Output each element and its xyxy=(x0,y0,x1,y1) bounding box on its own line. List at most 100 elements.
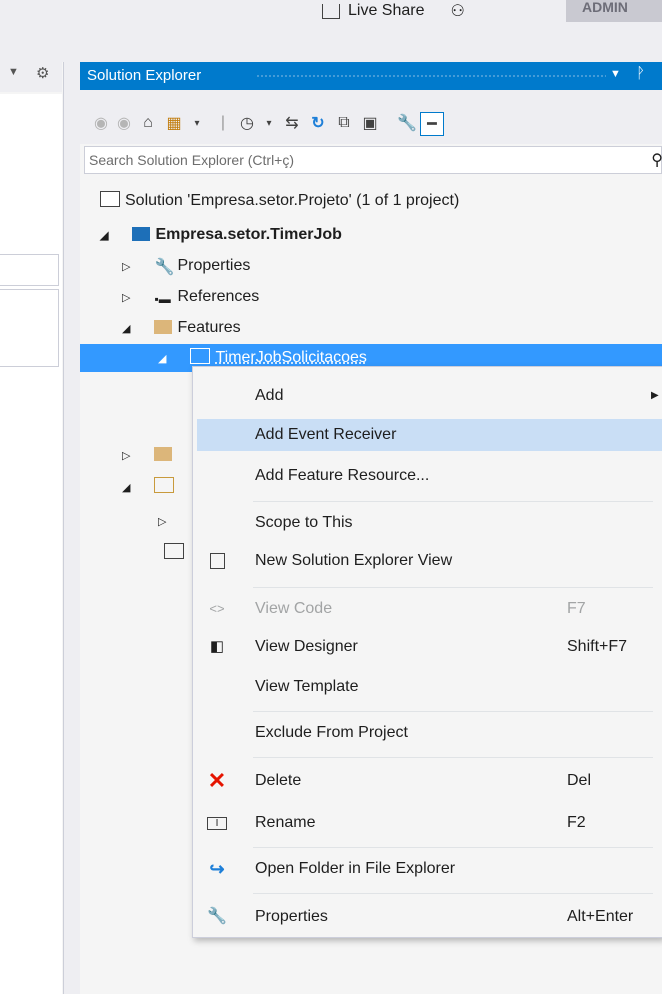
chevron-down-icon[interactable]: ▾ xyxy=(186,112,208,134)
back-icon[interactable]: ◉ xyxy=(90,112,112,134)
search-icon[interactable]: ⚲ xyxy=(651,150,662,170)
left-pane-field[interactable] xyxy=(0,289,59,367)
sharepoint-project-icon xyxy=(132,227,151,241)
menu-item-label: View Code xyxy=(255,600,333,617)
menu-separator xyxy=(253,757,653,758)
tree-node-features[interactable]: ◢ Features xyxy=(122,313,241,343)
tree-node-hidden[interactable] xyxy=(164,538,189,568)
live-share-label: Live Share xyxy=(348,2,425,19)
tree-node-hidden[interactable]: ▷ xyxy=(158,506,174,536)
collapse-all-icon[interactable]: ⧉ xyxy=(333,112,355,134)
menu-item-add[interactable]: Add ▶ xyxy=(197,380,662,412)
pin-icon[interactable]: ᚹ xyxy=(636,65,645,82)
collapsed-arrow-icon[interactable]: ▷ xyxy=(158,507,174,537)
tree-node-references[interactable]: ▷ ▪▬ References xyxy=(122,282,259,312)
gear-icon[interactable]: ⚙ xyxy=(36,64,49,82)
dropdown-arrow-icon[interactable]: ▼ xyxy=(8,66,19,78)
collapsed-arrow-icon[interactable]: ▷ xyxy=(122,441,138,471)
code-icon: <> xyxy=(209,601,225,616)
menu-item-shortcut: F2 xyxy=(567,814,586,831)
expanded-arrow-icon[interactable]: ◢ xyxy=(122,314,138,344)
menu-item-new-solution-explorer-view[interactable]: New Solution Explorer View xyxy=(197,545,662,577)
switch-views-icon[interactable]: ▦ xyxy=(163,112,185,134)
open-folder-arrow-icon: ↪ xyxy=(209,859,225,879)
pending-changes-icon[interactable]: ◷ xyxy=(236,112,258,134)
expanded-arrow-icon[interactable]: ◢ xyxy=(100,221,116,251)
tree-node-project[interactable]: ◢ Empresa.setor.TimerJob xyxy=(100,220,342,250)
file-icon xyxy=(164,543,184,559)
search-input[interactable]: Search Solution Explorer (Ctrl+ç) ⚲ xyxy=(84,146,662,174)
person-icon[interactable]: ⚇ xyxy=(451,1,465,21)
window-position-dropdown-icon[interactable]: ▼ xyxy=(610,68,621,80)
features-label: Features xyxy=(177,319,241,336)
tree-node-hidden[interactable]: ▷ xyxy=(122,440,177,470)
sync-icon[interactable]: ⇆ xyxy=(281,112,303,134)
menu-item-label: Delete xyxy=(255,772,302,789)
tree-node-hidden[interactable]: ◢ xyxy=(122,472,179,502)
menu-item-label: View Designer xyxy=(255,638,358,655)
menu-separator xyxy=(253,501,653,502)
home-icon[interactable]: ⌂ xyxy=(137,112,159,134)
left-tool-pane: ▼ ⚙ xyxy=(0,62,64,994)
menu-item-view-code[interactable]: <> View Code F7 xyxy=(197,593,662,625)
left-pane-field[interactable] xyxy=(0,254,59,286)
menu-item-label: Add Event Receiver xyxy=(255,426,397,443)
forward-icon[interactable]: ◉ xyxy=(113,112,135,134)
title-grip[interactable] xyxy=(256,74,606,78)
refresh-icon[interactable]: ↻ xyxy=(307,112,329,134)
tree-node-solution[interactable]: Solution 'Empresa.setor.Projeto' (1 of 1… xyxy=(100,186,459,216)
folder-icon xyxy=(154,320,173,334)
menu-item-shortcut: F7 xyxy=(567,600,586,617)
new-view-icon xyxy=(210,553,225,569)
context-menu: Add ▶ Add Event Receiver Add Feature Res… xyxy=(192,366,662,938)
menu-separator xyxy=(253,847,653,848)
menu-item-label: Scope to This xyxy=(255,514,353,531)
menu-item-shortcut: Del xyxy=(567,772,592,789)
left-pane-content xyxy=(0,94,62,994)
divider: | xyxy=(220,114,226,131)
menu-item-rename[interactable]: I Rename F2 xyxy=(197,807,662,839)
references-label: References xyxy=(177,288,260,305)
menu-item-add-event-receiver[interactable]: Add Event Receiver xyxy=(197,419,662,451)
menu-separator xyxy=(253,587,653,588)
preview-icon[interactable]: ━ xyxy=(420,112,444,136)
menu-item-shortcut: Shift+F7 xyxy=(567,638,628,655)
delete-x-icon: ✕ xyxy=(207,768,227,793)
folder-open-icon xyxy=(154,477,175,493)
menu-item-add-feature-resource[interactable]: Add Feature Resource... xyxy=(197,460,662,492)
folder-icon xyxy=(154,447,173,461)
solution-explorer-title-bar: Solution Explorer ▼ ᚹ xyxy=(80,62,662,90)
menu-item-label: Rename xyxy=(255,814,316,831)
rename-icon: I xyxy=(207,817,227,830)
show-all-files-icon[interactable]: ▣ xyxy=(359,112,381,134)
menu-item-view-template[interactable]: View Template xyxy=(197,671,662,703)
menu-item-delete[interactable]: ✕ Delete Del xyxy=(197,765,662,797)
share-icon xyxy=(322,3,340,19)
menu-item-label: Open Folder in File Explorer xyxy=(255,860,456,877)
menu-item-exclude-from-project[interactable]: Exclude From Project xyxy=(197,717,662,749)
feature-item-label: TimerJobSolicitacoes xyxy=(215,349,367,366)
menu-item-properties[interactable]: 🔧 Properties Alt+Enter xyxy=(197,901,662,933)
collapsed-arrow-icon[interactable]: ▷ xyxy=(122,283,138,313)
menu-item-open-folder[interactable]: ↪ Open Folder in File Explorer xyxy=(197,853,662,885)
wrench-icon: 🔧 xyxy=(207,908,227,925)
account-badge[interactable]: ADMIN xyxy=(566,0,662,22)
wrench-icon: 🔧 xyxy=(154,259,175,276)
wrench-icon[interactable]: 🔧 xyxy=(396,112,418,134)
menu-item-view-designer[interactable]: ◧ View Designer Shift+F7 xyxy=(197,631,662,663)
menu-item-label: New Solution Explorer View xyxy=(255,552,453,569)
menu-separator xyxy=(253,711,653,712)
designer-icon: ◧ xyxy=(209,638,225,655)
collapsed-arrow-icon[interactable]: ▷ xyxy=(122,252,138,282)
feature-icon xyxy=(190,348,211,364)
menu-item-scope-to-this[interactable]: Scope to This xyxy=(197,507,662,539)
panel-title: Solution Explorer xyxy=(87,67,202,84)
live-share-button[interactable]: Live Share ⚇ xyxy=(322,0,465,22)
solution-label: Solution 'Empresa.setor.Projeto' (1 of 1… xyxy=(125,192,460,209)
solution-icon xyxy=(100,191,120,207)
expanded-arrow-icon[interactable]: ◢ xyxy=(122,473,138,503)
tree-node-properties[interactable]: ▷ 🔧 Properties xyxy=(122,251,250,281)
references-icon: ▪▬ xyxy=(154,292,171,306)
expanded-arrow-icon[interactable]: ◢ xyxy=(158,345,174,373)
chevron-down-icon[interactable]: ▾ xyxy=(258,112,280,134)
